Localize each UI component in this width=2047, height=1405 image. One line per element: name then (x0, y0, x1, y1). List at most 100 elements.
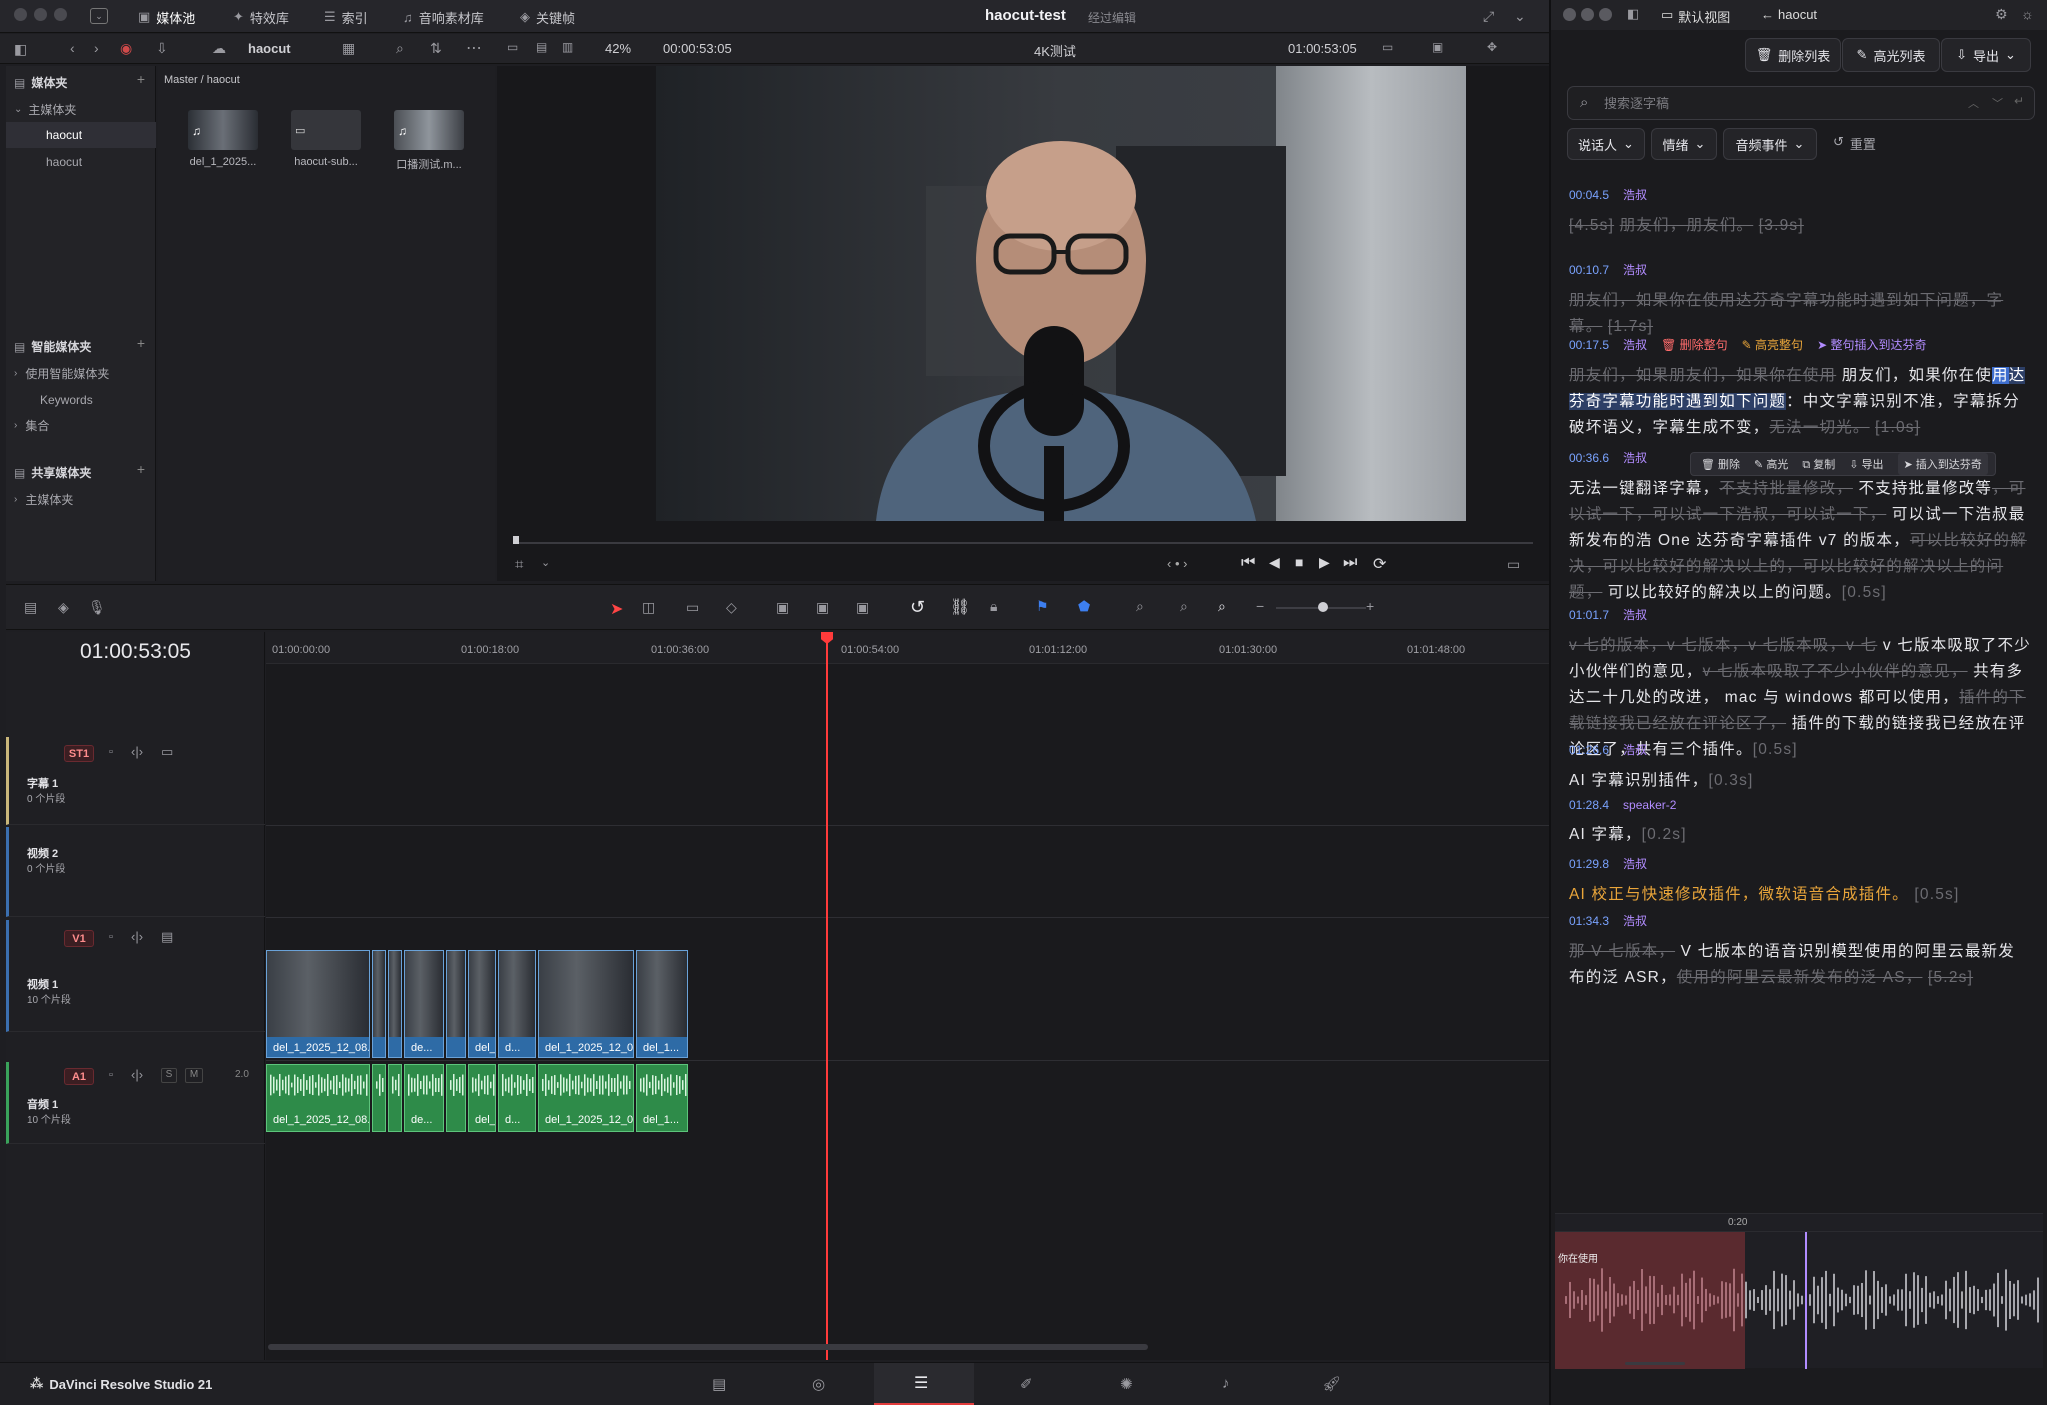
fusion-page-icon[interactable]: ✐ (1020, 1375, 1033, 1393)
track-badge[interactable]: A1 (64, 1068, 94, 1085)
audio-clip[interactable] (388, 1064, 402, 1132)
audio-clip[interactable] (372, 1064, 386, 1132)
tab-keyframes[interactable]: ◈ 关键帧 (520, 6, 575, 28)
sync-icon[interactable]: ☁ (212, 40, 226, 57)
segment-text[interactable]: AI 字幕识别插件，[0.3s] (1569, 768, 2031, 794)
close-window-button[interactable] (1563, 8, 1576, 21)
segment-text[interactable]: AI 校正与快速修改插件，微软语音合成插件。 [0.5s] (1569, 882, 2031, 908)
pause-duration[interactable]: [0.2s] (1642, 826, 1687, 843)
speaker-filter[interactable]: 说话人 ⌄ (1567, 128, 1645, 160)
grid-view-icon[interactable]: ▦ (342, 40, 355, 57)
track-badge[interactable]: ST1 (64, 745, 94, 762)
default-view-button[interactable]: ▭ 默认视图 (1661, 7, 1730, 26)
segment-time[interactable]: 01:34.3 (1569, 914, 1609, 928)
word-text[interactable]: 可以比较好的解决以上的问题。 (1608, 584, 1842, 601)
lock-icon[interactable]: ▫ (109, 931, 113, 943)
viewer-zoom[interactable]: 42% (605, 41, 631, 56)
deleted-word[interactable]: 使用的阿里云最新发布的泛 AS， (1677, 969, 1923, 986)
segment-speaker[interactable]: 浩叔 (1623, 606, 1647, 623)
zoom-window-button[interactable] (54, 8, 67, 21)
view-options-icon[interactable]: ▭ (1382, 40, 1393, 54)
back-arrow-icon[interactable]: ‹ (70, 40, 75, 56)
track-badge[interactable]: V1 (64, 930, 94, 947)
segment-text[interactable]: AI 字幕，[0.2s] (1569, 822, 2031, 848)
minimize-window-button[interactable] (1581, 8, 1594, 21)
wave-playhead[interactable] (1805, 1232, 1807, 1369)
forward-arrow-icon[interactable]: › (94, 40, 99, 56)
segment-speaker[interactable]: 浩叔 (1623, 741, 1647, 758)
popover-highlight[interactable]: ✎ 高光 (1754, 456, 1788, 472)
overwrite-clip-icon[interactable]: ▣ (816, 599, 829, 616)
transcript-segment[interactable]: 01:29.8 浩叔 AI 校正与快速修改插件，微软语音合成插件。 [0.5s] (1569, 855, 2031, 908)
tab-media-pool[interactable]: ▣ 媒体池 (138, 6, 195, 28)
auto-select-icon[interactable]: ‹|› (131, 1067, 143, 1082)
chevron-up-icon[interactable]: ︿ (1968, 95, 1979, 111)
edit-page-tab[interactable]: ☰ (874, 1363, 974, 1405)
waveform-preview[interactable]: 0:20 你在使用 (1555, 1213, 2043, 1369)
deleted-word[interactable]: v 七版本吸取了不少小伙伴的意见， (1703, 663, 1968, 680)
jog-control[interactable]: ‹ • › (1167, 556, 1187, 571)
dynamic-trim-icon[interactable]: ▭ (686, 599, 699, 616)
transcript-segment[interactable]: 01:26.6 浩叔 AI 字幕识别插件，[0.3s] (1569, 741, 2031, 794)
audio-clip[interactable] (446, 1064, 466, 1132)
deleted-word[interactable]: 不支持批量修改， (1719, 480, 1853, 497)
timeline-tracks[interactable]: 01:00:00:00 01:00:18:00 01:00:36:00 01:0… (266, 632, 1549, 1360)
lock-icon[interactable]: ▫ (109, 1069, 113, 1081)
word-text[interactable]: 朋友们，如果你在使 (1842, 367, 1992, 384)
settings-icon[interactable]: ⚙ (1995, 6, 2008, 23)
segment-text[interactable]: 无法一键翻译字幕，不支持批量修改， 不支持批量修改等，可以试一下，可以试一下浩叔… (1569, 476, 2031, 606)
segment-speaker[interactable]: 浩叔 (1623, 855, 1647, 872)
popover-delete[interactable]: 🗑︎ 删除 (1701, 456, 1740, 472)
deleted-word[interactable]: [1.0s] (1875, 419, 1920, 436)
sidebar-item-collections[interactable]: › 集合 (6, 412, 156, 438)
audio-clip[interactable]: del_1... (636, 1064, 688, 1132)
deleted-word[interactable]: v 七的版本，v 七版本，v 七版本吸，v 七 (1569, 637, 1877, 654)
video-clip[interactable]: de... (404, 950, 444, 1058)
fullscreen-icon[interactable]: ⤢ (1483, 8, 1494, 25)
clip-thumbnail-del1[interactable]: ♫ (188, 110, 258, 150)
deleted-word[interactable]: 那 V 七版本， (1569, 943, 1675, 960)
chevron-down-icon[interactable]: ﹀ (1992, 95, 2003, 111)
pause-duration[interactable]: [0.5s] (1914, 886, 1959, 903)
video-clip[interactable] (388, 950, 402, 1058)
timeline-view-icon[interactable]: ▥ (562, 40, 573, 54)
solo-button[interactable]: S (161, 1068, 177, 1083)
segment-text[interactable]: 朋友们，如果你在使用达芬奇字幕功能时遇到如下问题，字幕。 [1.7s] (1569, 288, 2031, 340)
pause-duration[interactable]: [0.3s] (1708, 772, 1753, 789)
delete-sentence-button[interactable]: 🗑︎ 删除整句 (1661, 336, 1728, 353)
insert-clip-icon[interactable]: ▣ (776, 599, 789, 616)
selected-text[interactable]: 用 (1992, 367, 2009, 384)
deleted-word[interactable]: [4.5s] (1569, 217, 1614, 234)
deleted-word[interactable]: 朋友们，如果朋友们，如果你在使用 (1569, 367, 1836, 384)
sidebar-toggle-icon[interactable]: ◧ (14, 41, 27, 58)
video-clip[interactable]: del_... (468, 950, 496, 1058)
crop-icon[interactable]: ⌗ (515, 556, 523, 573)
flag-icon[interactable]: ⚑ (1036, 598, 1049, 615)
video-frame[interactable] (656, 66, 1466, 521)
highlight-sentence-button[interactable]: ✎ 高亮整句 (1742, 336, 1803, 353)
selection-tool-icon[interactable]: ➤ (610, 599, 623, 619)
minimize-window-button[interactable] (34, 8, 47, 21)
clear-search-icon[interactable]: ↵ (2014, 94, 2024, 108)
audio-monitor-icon[interactable]: ◈ (58, 599, 69, 616)
popover-insert[interactable]: ➤ 插入到达芬奇 (1897, 453, 1988, 475)
audio-event-filter[interactable]: 音频事件 ⌄ (1723, 128, 1817, 160)
reset-filters-button[interactable]: ↺ 重置 (1833, 134, 1876, 153)
segment-speaker[interactable]: 浩叔 (1623, 449, 1647, 466)
play-icon[interactable]: ▶ (1319, 554, 1330, 571)
transcript-segment[interactable]: 01:01.7 浩叔 v 七的版本，v 七版本，v 七版本吸，v 七 v 七版本吸取… (1569, 606, 2031, 763)
audio-clip[interactable]: del_... (468, 1064, 496, 1132)
segment-speaker[interactable]: 浩叔 (1623, 261, 1647, 278)
stop-icon[interactable]: ■ (1295, 554, 1303, 570)
sidebar-item-use-smart-bins[interactable]: › 使用智能媒体夹 (6, 360, 156, 386)
segment-speaker[interactable]: speaker-2 (1623, 798, 1676, 812)
sidebar-icon[interactable]: ◧ (1627, 6, 1639, 22)
media-page-icon[interactable]: ▤ (712, 1375, 726, 1393)
replace-clip-icon[interactable]: ▣ (856, 599, 869, 616)
zoom-in-icon[interactable]: + (1366, 598, 1374, 614)
more-icon[interactable]: ⌄ (1514, 8, 1526, 25)
tab-effects[interactable]: ✦ 特效库 (233, 6, 289, 28)
add-shared-bin-button[interactable]: + (137, 461, 145, 477)
video-clip[interactable]: d... (498, 950, 536, 1058)
link-icon[interactable]: ⛓ (950, 597, 970, 617)
